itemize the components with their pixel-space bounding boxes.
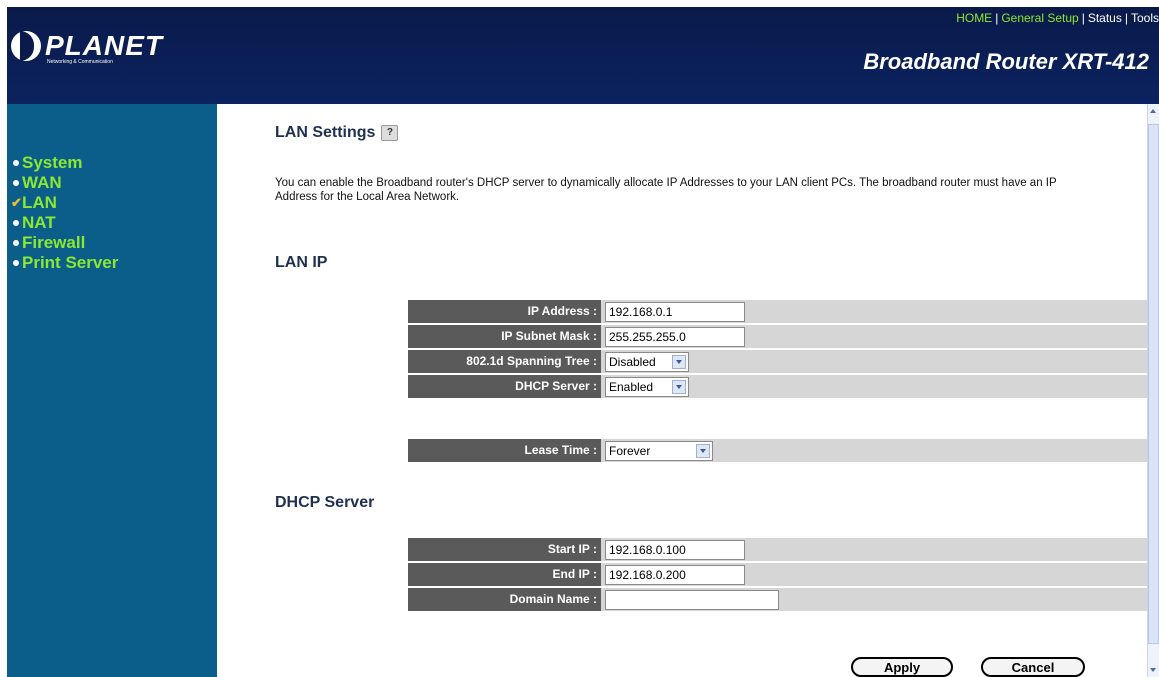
sidebar-item-lan[interactable]: ✔ LAN <box>11 193 57 212</box>
sidebar-item-label: LAN <box>22 193 57 212</box>
start-ip-label: Start IP : <box>408 538 601 561</box>
dhcp-server-select[interactable]: Enabled <box>605 377 689 397</box>
table-row: Lease Time : Forever <box>408 439 1147 462</box>
scrollbar-thumb[interactable] <box>1148 124 1159 644</box>
bullet-icon <box>13 239 19 246</box>
sidebar-item-label: WAN <box>22 173 62 192</box>
checkmark-icon: ✔ <box>11 195 22 210</box>
sidebar-item-system[interactable]: System <box>11 153 82 172</box>
table-row: Start IP : <box>408 538 1147 561</box>
main-content: LAN Settings ? You can enable the Broadb… <box>217 104 1147 677</box>
nav-home-link[interactable]: HOME <box>956 11 992 25</box>
nav-general-setup-link[interactable]: General Setup <box>1001 11 1078 25</box>
sidebar-item-label: System <box>22 153 83 172</box>
lease-time-label: Lease Time : <box>408 439 601 462</box>
lan-ip-heading: LAN IP <box>275 254 328 271</box>
lease-time-select[interactable]: Forever <box>605 441 713 461</box>
nav-separator: | <box>1124 11 1128 25</box>
lease-time-table: Lease Time : Forever <box>408 439 1147 464</box>
router-admin-window: PLANET Networking & Communication HOME | G… <box>7 7 1159 677</box>
chevron-down-icon[interactable] <box>672 380 686 394</box>
nav-status-link[interactable]: Status <box>1088 11 1122 25</box>
scroll-down-icon[interactable] <box>1148 663 1159 677</box>
spanning-tree-label: 802.1d Spanning Tree : <box>408 350 601 373</box>
page-title-text: LAN Settings <box>275 124 376 141</box>
planet-logo: PLANET Networking & Communication <box>11 30 163 65</box>
bullet-icon <box>13 159 19 166</box>
sidebar-item-print-server[interactable]: Print Server <box>11 253 118 272</box>
page-description: You can enable the Broadband router's DH… <box>275 177 1057 203</box>
cancel-button[interactable]: Cancel <box>981 657 1085 677</box>
dhcp-server-table: Start IP : End IP : Domain Name : <box>408 538 1147 613</box>
domain-name-input[interactable] <box>605 590 779 610</box>
subnet-mask-input[interactable] <box>605 327 745 347</box>
sidebar-item-firewall[interactable]: Firewall <box>11 233 85 252</box>
table-row: End IP : <box>408 563 1147 586</box>
ip-address-label: IP Address : <box>408 300 601 323</box>
scroll-up-icon[interactable] <box>1148 104 1159 118</box>
top-navigation: HOME | General Setup | Status | Tools <box>956 11 1159 25</box>
help-icon[interactable]: ? <box>381 125 399 141</box>
apply-button[interactable]: Apply <box>851 657 953 677</box>
sidebar: System WAN ✔ LAN NAT Firewall Print Serv… <box>7 104 217 677</box>
spanning-tree-select[interactable]: Disabled <box>605 352 689 372</box>
chevron-down-icon[interactable] <box>696 444 710 458</box>
table-row: IP Subnet Mask : <box>408 325 1147 348</box>
sidebar-item-wan[interactable]: WAN <box>11 173 62 192</box>
dhcp-server-heading: DHCP Server <box>275 494 375 511</box>
end-ip-label: End IP : <box>408 563 601 586</box>
start-ip-input[interactable] <box>605 540 745 560</box>
product-title: Broadband Router XRT-412 <box>863 49 1149 74</box>
lan-ip-table: IP Address : IP Subnet Mask : 802.1d Spa… <box>408 300 1147 400</box>
planet-logo-icon <box>11 31 41 61</box>
nav-separator: | <box>1081 11 1085 25</box>
chevron-down-icon[interactable] <box>672 355 686 369</box>
domain-name-label: Domain Name : <box>408 588 601 611</box>
logo-text: PLANET <box>45 30 163 61</box>
ip-address-input[interactable] <box>605 302 745 322</box>
dhcp-server-value: Enabled <box>609 380 654 394</box>
table-row: DHCP Server : Enabled <box>408 375 1147 398</box>
table-row: 802.1d Spanning Tree : Disabled <box>408 350 1147 373</box>
spanning-tree-value: Disabled <box>609 355 656 369</box>
sidebar-item-label: Firewall <box>22 233 86 252</box>
page-title: LAN Settings ? <box>275 124 399 142</box>
sidebar-item-label: NAT <box>22 213 56 232</box>
sidebar-item-nat[interactable]: NAT <box>11 213 56 232</box>
nav-tools-link[interactable]: Tools <box>1131 11 1159 25</box>
subnet-mask-label: IP Subnet Mask : <box>408 325 601 348</box>
bullet-icon <box>13 179 19 186</box>
dhcp-server-label: DHCP Server : <box>408 375 601 398</box>
header-banner: PLANET Networking & Communication HOME | G… <box>7 7 1159 104</box>
sidebar-item-label: Print Server <box>22 253 119 272</box>
logo-subtitle: Networking & Communication <box>47 59 113 65</box>
bullet-icon <box>13 219 19 226</box>
end-ip-input[interactable] <box>605 565 745 585</box>
table-row: Domain Name : <box>408 588 1147 611</box>
vertical-scrollbar[interactable] <box>1147 104 1159 677</box>
table-row: IP Address : <box>408 300 1147 323</box>
bullet-icon <box>13 259 19 266</box>
nav-separator: | <box>995 11 999 25</box>
lease-time-value: Forever <box>609 444 651 458</box>
